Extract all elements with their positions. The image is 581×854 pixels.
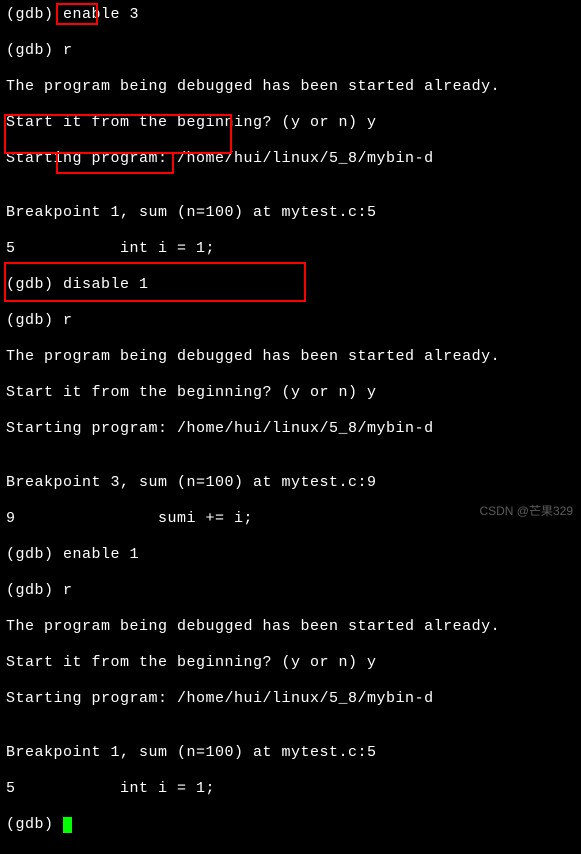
output-line: Starting program: /home/hui/linux/5_8/my… [6, 150, 575, 168]
output-line[interactable]: (gdb) [6, 816, 575, 834]
output-line: Start it from the beginning? (y or n) y [6, 384, 575, 402]
gdb-prompt: (gdb) [6, 42, 63, 59]
output-line: The program being debugged has been star… [6, 618, 575, 636]
output-line: (gdb) r [6, 582, 575, 600]
gdb-prompt: (gdb) [6, 816, 63, 833]
output-line: Breakpoint 3, sum (n=100) at mytest.c:9 [6, 474, 575, 492]
output-line: Breakpoint 1, sum (n=100) at mytest.c:5 [6, 204, 575, 222]
output-line: (gdb) enable 1 [6, 546, 575, 564]
output-line: 5 int i = 1; [6, 240, 575, 258]
cursor-block[interactable] [63, 817, 72, 833]
output-line: The program being debugged has been star… [6, 78, 575, 96]
user-command: disable 1 [63, 276, 149, 293]
line-number: 5 [6, 240, 16, 257]
output-line: Start it from the beginning? (y or n) y [6, 654, 575, 672]
output-line: (gdb) enable 3 [6, 6, 575, 24]
output-line: (gdb) disable 1 [6, 276, 575, 294]
watermark-text: CSDN @芒果329 [479, 502, 573, 519]
output-line: 5 int i = 1; [6, 780, 575, 798]
source-code: int i = 1; [16, 240, 216, 257]
gdb-prompt: (gdb) [6, 276, 63, 293]
output-line: Starting program: /home/hui/linux/5_8/my… [6, 690, 575, 708]
output-line: Starting program: /home/hui/linux/5_8/my… [6, 420, 575, 438]
source-code: sumi += i; [16, 510, 254, 527]
terminal-output: (gdb) enable 3 (gdb) r The program being… [0, 0, 581, 854]
output-line: The program being debugged has been star… [6, 348, 575, 366]
output-line: Breakpoint 1, sum (n=100) at mytest.c:5 [6, 744, 575, 762]
output-line: (gdb) r [6, 42, 575, 60]
output-line: (gdb) r [6, 312, 575, 330]
user-command: r [63, 42, 73, 59]
line-number: 9 [6, 510, 16, 527]
output-line: Start it from the beginning? (y or n) y [6, 114, 575, 132]
